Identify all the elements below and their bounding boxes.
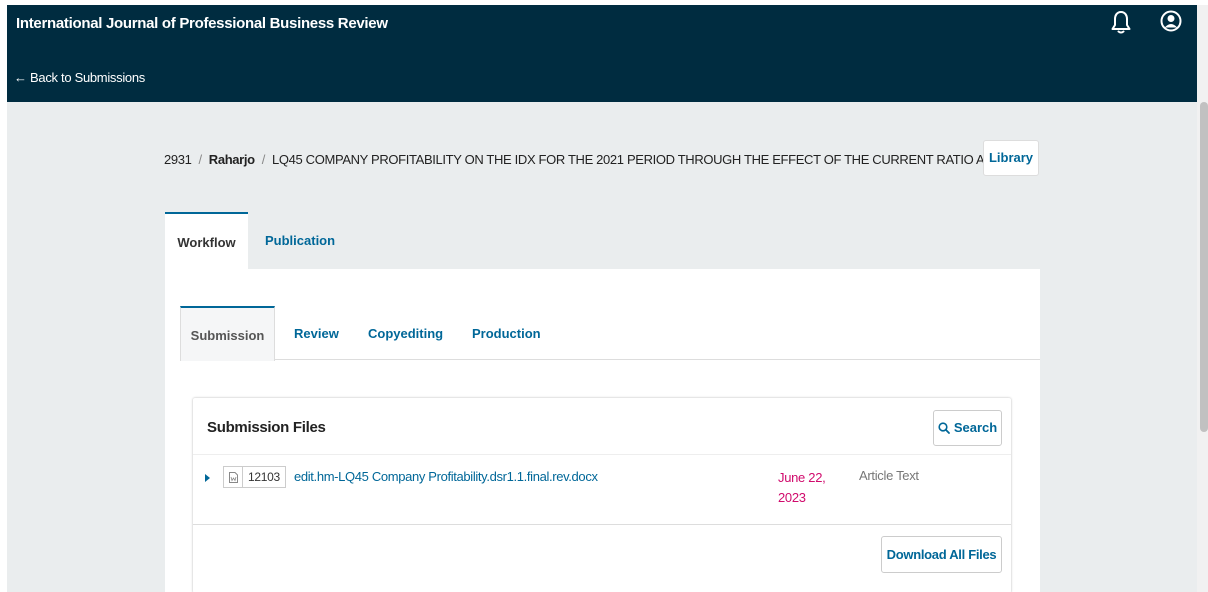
file-type: Article Text [859, 468, 919, 483]
user-profile-icon[interactable] [1160, 10, 1182, 32]
submission-files-panel: Submission Files Search 12103 edit.hm-LQ… [193, 398, 1011, 592]
download-all-files-button[interactable]: Download All Files [881, 536, 1002, 573]
tab-workflow[interactable]: Workflow [165, 212, 248, 269]
top-navigation-bar: International Journal of Professional Bu… [7, 5, 1197, 102]
back-to-submissions-link[interactable]: ← Back to Submissions [14, 70, 145, 85]
library-button[interactable]: Library [983, 140, 1039, 176]
file-name-link[interactable]: edit.hm-LQ45 Company Profitability.dsr1.… [294, 469, 598, 484]
breadcrumb-separator: / [261, 152, 266, 167]
submission-files-title: Submission Files [207, 419, 326, 436]
tab-production[interactable]: Production [472, 306, 541, 360]
tab-submission[interactable]: Submission [180, 306, 275, 361]
expand-caret-icon[interactable] [205, 474, 210, 482]
search-button[interactable]: Search [933, 410, 1002, 446]
notifications-bell-icon[interactable] [1110, 10, 1132, 34]
submission-title: LQ45 COMPANY PROFITABILITY ON THE IDX FO… [272, 152, 1033, 167]
file-date: June 22, 2023 [778, 468, 826, 508]
submission-id: 2931 [164, 152, 192, 167]
file-id-badge: 12103 [223, 466, 286, 488]
file-date-line1: June 22, [778, 470, 826, 485]
submission-breadcrumb: 2931 / Raharjo / LQ45 COMPANY PROFITABILITY … [164, 152, 1032, 167]
tab-publication[interactable]: Publication [265, 212, 335, 269]
app-frame: International Journal of Professional Bu… [7, 5, 1197, 592]
tab-copyediting[interactable]: Copyediting [368, 306, 443, 360]
file-date-line2: 2023 [778, 490, 806, 505]
file-row: 12103 edit.hm-LQ45 Company Profitability… [193, 454, 1011, 525]
tab-review[interactable]: Review [294, 306, 339, 360]
breadcrumb-separator: / [198, 152, 203, 167]
submission-author: Raharjo [208, 152, 255, 167]
search-button-label: Search [953, 420, 998, 435]
file-id: 12103 [248, 470, 280, 484]
site-title[interactable]: International Journal of Professional Bu… [16, 15, 388, 32]
search-icon [938, 422, 950, 434]
workflow-panel: Submission Review Copyediting Production… [165, 269, 1040, 592]
vertical-scrollbar-thumb[interactable] [1200, 102, 1208, 432]
document-icon [224, 467, 243, 487]
workflow-stage-tabs: Submission Review Copyediting Production [180, 306, 1040, 361]
